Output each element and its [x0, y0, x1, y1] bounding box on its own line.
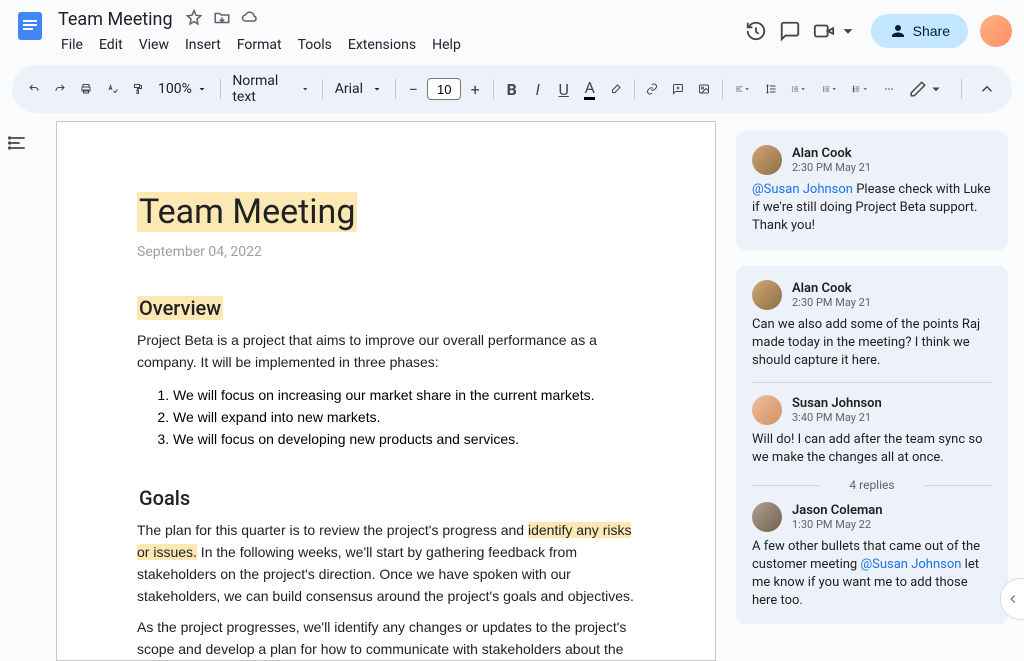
reply-count[interactable]: 4 replies	[752, 478, 992, 492]
menu-file[interactable]: File	[54, 33, 90, 57]
comment-time: 2:30 PM May 21	[792, 161, 871, 174]
italic-icon[interactable]: I	[526, 75, 550, 103]
list-item: We will expand into new markets.	[173, 407, 635, 429]
share-button[interactable]: Share	[871, 14, 968, 48]
number-list-icon[interactable]: 123	[846, 75, 875, 103]
goals-p1: The plan for this quarter is to review t…	[137, 520, 635, 607]
checklist-icon[interactable]	[785, 75, 814, 103]
share-label: Share	[913, 23, 950, 39]
increase-font-icon[interactable]: +	[463, 75, 487, 103]
overview-list: We will focus on increasing our market s…	[137, 385, 635, 450]
list-item: We will focus on increasing our market s…	[173, 385, 635, 407]
avatar	[752, 502, 782, 532]
more-icon[interactable]	[877, 75, 901, 103]
mention[interactable]: @Susan Johnson	[860, 557, 961, 572]
list-item: We will focus on developing new products…	[173, 429, 635, 451]
comment-time: 3:40 PM May 21	[792, 411, 882, 424]
decrease-font-icon[interactable]: −	[401, 75, 425, 103]
comment-author: Alan Cook	[792, 146, 871, 161]
mention[interactable]: @Susan Johnson	[752, 182, 853, 197]
link-icon[interactable]	[640, 75, 664, 103]
align-icon[interactable]	[729, 75, 758, 103]
avatar	[752, 395, 782, 425]
comment-icon[interactable]	[779, 20, 801, 42]
svg-text:3: 3	[853, 90, 855, 93]
spellcheck-icon[interactable]	[100, 75, 124, 103]
comment-body: Can we also add some of the points Raj m…	[752, 316, 992, 371]
print-icon[interactable]	[74, 75, 98, 103]
menu-bar: File Edit View Insert Format Tools Exten…	[54, 33, 745, 57]
goals-heading: Goals	[137, 486, 192, 510]
comment-time: 1:30 PM May 22	[792, 518, 883, 531]
comment-body: Will do! I can add after the team sync s…	[752, 431, 992, 467]
comments-panel: Alan Cook 2:30 PM May 21 @Susan Johnson …	[716, 121, 1024, 661]
comment-card[interactable]: Alan Cook 2:30 PM May 21 @Susan Johnson …	[736, 131, 1008, 250]
toolbar: 100% Normal text Arial − + B I U A 123	[12, 65, 1012, 113]
collapse-icon[interactable]	[972, 75, 1002, 103]
bullet-list-icon[interactable]	[816, 75, 845, 103]
avatar	[752, 145, 782, 175]
undo-icon[interactable]	[22, 75, 46, 103]
outline-toggle-icon[interactable]	[0, 121, 36, 661]
title-area: Team Meeting File Edit View Insert Forma…	[54, 8, 745, 57]
menu-extensions[interactable]: Extensions	[341, 33, 423, 57]
move-icon[interactable]	[213, 9, 231, 31]
add-comment-icon[interactable]	[666, 75, 690, 103]
history-icon[interactable]	[745, 20, 767, 42]
doc-title[interactable]: Team Meeting	[54, 8, 177, 31]
comment-author: Alan Cook	[792, 281, 871, 296]
app-header: Team Meeting File Edit View Insert Forma…	[0, 0, 1024, 57]
overview-p1: Project Beta is a project that aims to i…	[137, 330, 635, 373]
image-icon[interactable]	[692, 75, 716, 103]
star-icon[interactable]	[185, 9, 203, 31]
document-page[interactable]: Team Meeting September 04, 2022 Overview…	[56, 121, 716, 661]
avatar	[752, 280, 782, 310]
paint-format-icon[interactable]	[126, 75, 150, 103]
highlight-icon[interactable]	[604, 75, 628, 103]
comment-time: 2:30 PM May 21	[792, 296, 871, 309]
style-select[interactable]: Normal text	[226, 69, 316, 109]
goals-p2: As the project progresses, we'll identif…	[137, 617, 635, 661]
page-title: Team Meeting	[137, 192, 357, 232]
menu-tools[interactable]: Tools	[291, 33, 339, 57]
editing-mode-icon[interactable]	[903, 75, 951, 103]
page-date: September 04, 2022	[137, 244, 635, 260]
font-size-input[interactable]	[427, 78, 461, 100]
underline-icon[interactable]: U	[552, 75, 576, 103]
menu-view[interactable]: View	[132, 33, 176, 57]
menu-format[interactable]: Format	[230, 33, 289, 57]
comment-body: @Susan Johnson Please check with Luke if…	[752, 181, 992, 236]
zoom-select[interactable]: 100%	[152, 77, 214, 101]
user-avatar[interactable]	[980, 15, 1012, 47]
font-select[interactable]: Arial	[329, 77, 389, 101]
line-spacing-icon[interactable]	[759, 75, 783, 103]
comment-author: Jason Coleman	[792, 503, 883, 518]
meet-icon[interactable]	[813, 20, 859, 42]
cloud-icon[interactable]	[241, 9, 259, 31]
menu-edit[interactable]: Edit	[92, 33, 130, 57]
menu-help[interactable]: Help	[425, 33, 468, 57]
menu-insert[interactable]: Insert	[178, 33, 228, 57]
comment-body: A few other bullets that came out of the…	[752, 538, 992, 611]
text-color-icon[interactable]: A	[578, 75, 602, 103]
comment-author: Susan Johnson	[792, 396, 882, 411]
overview-heading: Overview	[137, 296, 223, 320]
docs-logo[interactable]	[12, 8, 48, 44]
comment-card[interactable]: Alan Cook 2:30 PM May 21 Can we also add…	[736, 266, 1008, 625]
bold-icon[interactable]: B	[500, 75, 524, 103]
redo-icon[interactable]	[48, 75, 72, 103]
